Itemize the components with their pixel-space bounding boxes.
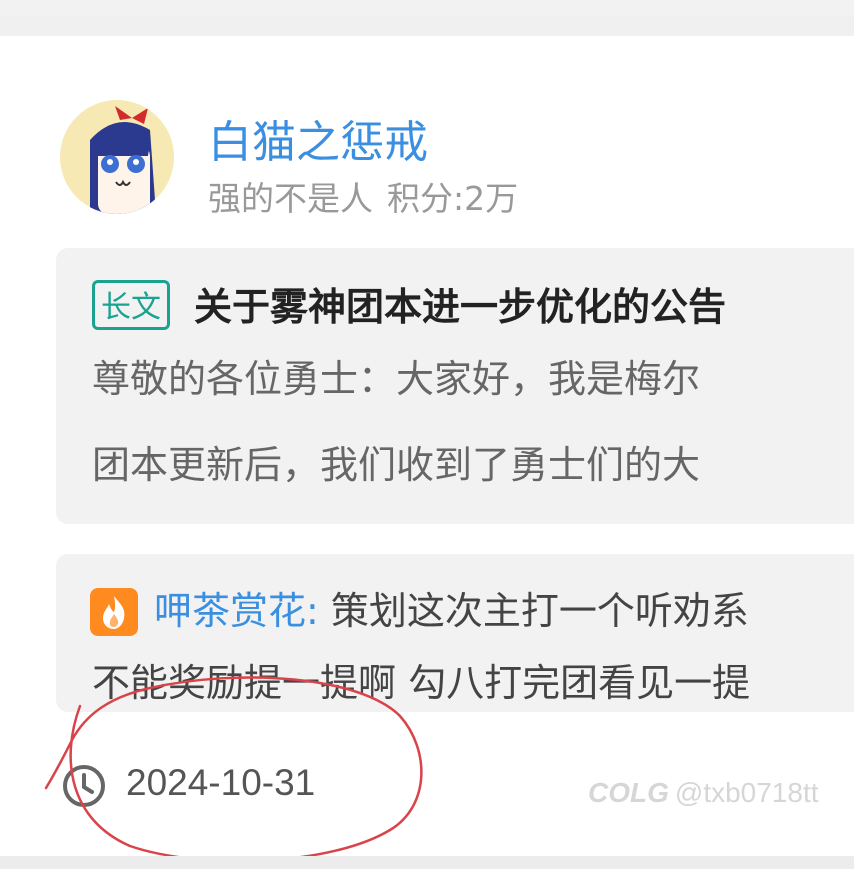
long-post-tag: 长文 — [92, 280, 170, 330]
post-excerpt-line2: 团本更新后，我们收到了勇士们的大 — [92, 443, 701, 487]
post-excerpt-line1: 尊敬的各位勇士：大家好，我是梅尔 — [92, 357, 701, 401]
fire-icon — [90, 588, 138, 636]
feed-card[interactable]: 白猫之惩戒 强的不是人 积分:2万 长文 关于雾神团本进一步优化的公告 尊敬的各位… — [0, 36, 854, 856]
username[interactable]: 白猫之惩戒 — [208, 106, 428, 170]
comment-line1: 呷茶赏花: 策划这次主打一个听劝系 — [154, 580, 749, 635]
post-date: 2024-10-31 — [126, 762, 316, 803]
commenter-name[interactable]: 呷茶赏花: — [154, 589, 319, 633]
comment-text-line1: 策划这次主打一个听劝系 — [330, 589, 749, 633]
watermark-logo: COLG — [588, 777, 669, 808]
user-title: 强的不是人 — [208, 179, 373, 218]
comment-text-line2: 不能奖励提一提啊 勾八打完团看见一提 — [92, 661, 751, 705]
hot-comment[interactable]: 呷茶赏花: 策划这次主打一个听劝系 不能奖励提一提啊 勾八打完团看见一提 — [56, 554, 854, 712]
post-title[interactable]: 关于雾神团本进一步优化的公告 — [194, 276, 726, 331]
watermark-handle: @txb0718tt — [674, 777, 819, 808]
avatar[interactable] — [60, 100, 174, 214]
post-preview[interactable]: 长文 关于雾神团本进一步优化的公告 尊敬的各位勇士：大家好，我是梅尔 团本更新后… — [56, 248, 854, 524]
clock-icon — [60, 762, 108, 810]
bottom-divider — [0, 856, 854, 869]
top-divider — [0, 0, 854, 16]
user-meta: 强的不是人 积分:2万 — [208, 172, 518, 220]
user-score: 积分:2万 — [387, 179, 519, 218]
watermark: COLG @txb0718tt — [588, 777, 819, 809]
